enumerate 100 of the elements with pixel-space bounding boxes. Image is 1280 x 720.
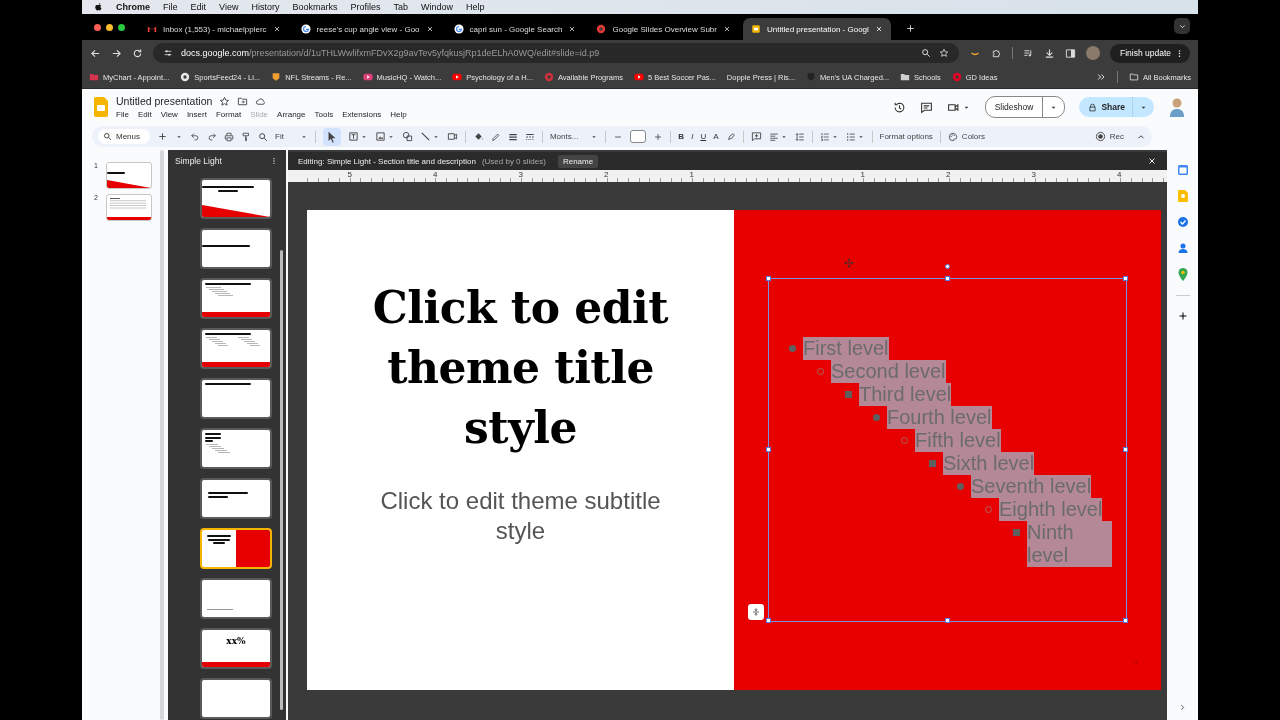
- format-toggle[interactable]: B: [678, 132, 685, 141]
- resize-handle[interactable]: [1123, 618, 1128, 623]
- menu-item[interactable]: View: [160, 110, 178, 119]
- cloud-icon[interactable]: [255, 95, 267, 107]
- menu-item[interactable]: View: [219, 2, 239, 12]
- comment-icon[interactable]: [919, 100, 933, 114]
- minimize-window-icon[interactable]: [106, 24, 113, 31]
- print-icon[interactable]: [224, 131, 234, 142]
- close-icon[interactable]: [272, 25, 281, 33]
- add-comment-icon[interactable]: [750, 131, 762, 142]
- menu-item[interactable]: Extensions: [342, 110, 382, 119]
- download-icon[interactable]: [1043, 47, 1055, 59]
- fill-color-icon[interactable]: [472, 131, 484, 142]
- new-slide-icon[interactable]: [157, 131, 168, 142]
- history-icon[interactable]: [892, 100, 906, 114]
- resize-handle[interactable]: [944, 276, 950, 281]
- layout-thumbnail[interactable]: xx%: [200, 628, 272, 669]
- resize-handle[interactable]: [1123, 447, 1128, 452]
- highlight-icon[interactable]: [725, 131, 736, 142]
- menu-item[interactable]: Edit: [137, 110, 152, 119]
- more-icon[interactable]: [270, 157, 278, 165]
- layout-thumbnail[interactable]: [200, 278, 272, 319]
- format-toggle[interactable]: A: [713, 132, 719, 141]
- extensions-icon[interactable]: [990, 47, 1002, 59]
- app-menu[interactable]: Chrome: [116, 2, 150, 12]
- more-bookmarks-icon[interactable]: [1096, 72, 1107, 82]
- layout-thumbnail[interactable]: [200, 478, 272, 519]
- line-spacing-icon[interactable]: [794, 131, 805, 142]
- browser-tab[interactable]: Inbox (1,553) - michaelppierc: [139, 18, 289, 40]
- select-tool-icon[interactable]: [322, 127, 341, 146]
- format-options-button[interactable]: Format options: [879, 132, 933, 141]
- resize-handle[interactable]: [766, 618, 771, 623]
- menu-item[interactable]: Bookmarks: [292, 2, 338, 12]
- autofit-button[interactable]: [748, 604, 764, 620]
- resize-handle[interactable]: [766, 276, 771, 281]
- browser-tab[interactable]: capri sun - Google Search: [445, 18, 585, 40]
- text-box-icon[interactable]: [347, 131, 359, 142]
- browser-tab[interactable]: Untitled presentation - Googl: [742, 18, 891, 40]
- sidebar-icon[interactable]: [1064, 47, 1076, 59]
- document-title[interactable]: Untitled presentation: [116, 95, 213, 107]
- increase-size-icon[interactable]: [653, 131, 664, 142]
- line-icon[interactable]: [419, 131, 431, 142]
- site-info-icon[interactable]: [163, 48, 173, 58]
- colors-button[interactable]: Colors: [947, 131, 985, 142]
- move-folder-icon[interactable]: [237, 95, 249, 107]
- menu-item[interactable]: Help: [466, 2, 485, 12]
- maximize-window-icon[interactable]: [118, 24, 125, 31]
- menu-item[interactable]: Arrange: [277, 110, 306, 119]
- close-icon[interactable]: [722, 25, 731, 33]
- tasks-icon[interactable]: [1176, 216, 1189, 228]
- calendar-icon[interactable]: [1176, 164, 1189, 176]
- address-bar[interactable]: docs.google.com/presentation/d/1uTHLWwlifxmFDvX2g9avTev5yfqkusjRp1deELhA0WQ/edit#slide=id.p9: [153, 43, 959, 63]
- avatar-figure[interactable]: [1168, 97, 1186, 117]
- record-button[interactable]: Rec: [1094, 131, 1124, 142]
- close-icon[interactable]: [874, 25, 883, 33]
- menu-item[interactable]: Tools: [314, 110, 334, 119]
- layout-thumbnail[interactable]: [200, 328, 272, 369]
- browser-tab[interactable]: Google Slides Overview Subr: [588, 18, 739, 40]
- reload-icon[interactable]: [132, 47, 143, 59]
- layout-thumbnail[interactable]: [200, 228, 272, 269]
- expand-icon[interactable]: [1178, 703, 1187, 712]
- shapes-icon[interactable]: [401, 131, 413, 142]
- menu-item[interactable]: File: [163, 2, 178, 12]
- close-icon[interactable]: [425, 25, 434, 33]
- media-icon[interactable]: [1022, 47, 1034, 59]
- layout-thumbnail[interactable]: [200, 528, 272, 569]
- font-dropdown[interactable]: Monts...: [549, 132, 599, 141]
- menu-item[interactable]: Tab: [393, 2, 408, 12]
- zoom-icon[interactable]: [920, 48, 931, 58]
- rename-button[interactable]: Rename: [557, 154, 599, 168]
- menu-item[interactable]: Help: [390, 110, 407, 119]
- layout-thumbnail[interactable]: [200, 678, 272, 719]
- menu-item[interactable]: Profiles: [350, 2, 381, 12]
- map-pin-icon[interactable]: [1177, 268, 1188, 281]
- slide-thumbnail[interactable]: [106, 194, 152, 221]
- resize-handle[interactable]: [1123, 276, 1128, 281]
- menu-item[interactable]: Format: [215, 110, 242, 119]
- slide-title[interactable]: Click to edit theme title style: [350, 278, 691, 458]
- contacts-icon[interactable]: [1176, 242, 1189, 254]
- align-icon[interactable]: [768, 131, 779, 142]
- layout-thumbnail[interactable]: [200, 578, 272, 619]
- image-icon[interactable]: [374, 131, 386, 142]
- border-color-icon[interactable]: [490, 131, 501, 142]
- menu-item[interactable]: History: [251, 2, 280, 12]
- redo-icon[interactable]: [207, 131, 217, 142]
- rotate-handle[interactable]: [945, 264, 950, 269]
- slide-subtitle[interactable]: Click to edit theme subtitle style: [370, 486, 671, 546]
- close-icon[interactable]: [1147, 156, 1157, 166]
- forward-icon[interactable]: [111, 47, 122, 59]
- layout-thumbnail[interactable]: [200, 178, 272, 219]
- browser-tab[interactable]: reese's cup angle view - Goo: [292, 18, 442, 40]
- format-toggle[interactable]: I: [691, 132, 694, 141]
- back-icon[interactable]: [90, 47, 101, 59]
- menu-item[interactable]: File: [116, 110, 129, 119]
- format-toggle[interactable]: U: [700, 132, 707, 141]
- slide-thumbnail[interactable]: [106, 162, 152, 189]
- close-window-icon[interactable]: [94, 24, 101, 31]
- close-icon[interactable]: [568, 25, 577, 33]
- resize-handle[interactable]: [766, 447, 771, 452]
- zoom-icon[interactable]: [258, 131, 268, 142]
